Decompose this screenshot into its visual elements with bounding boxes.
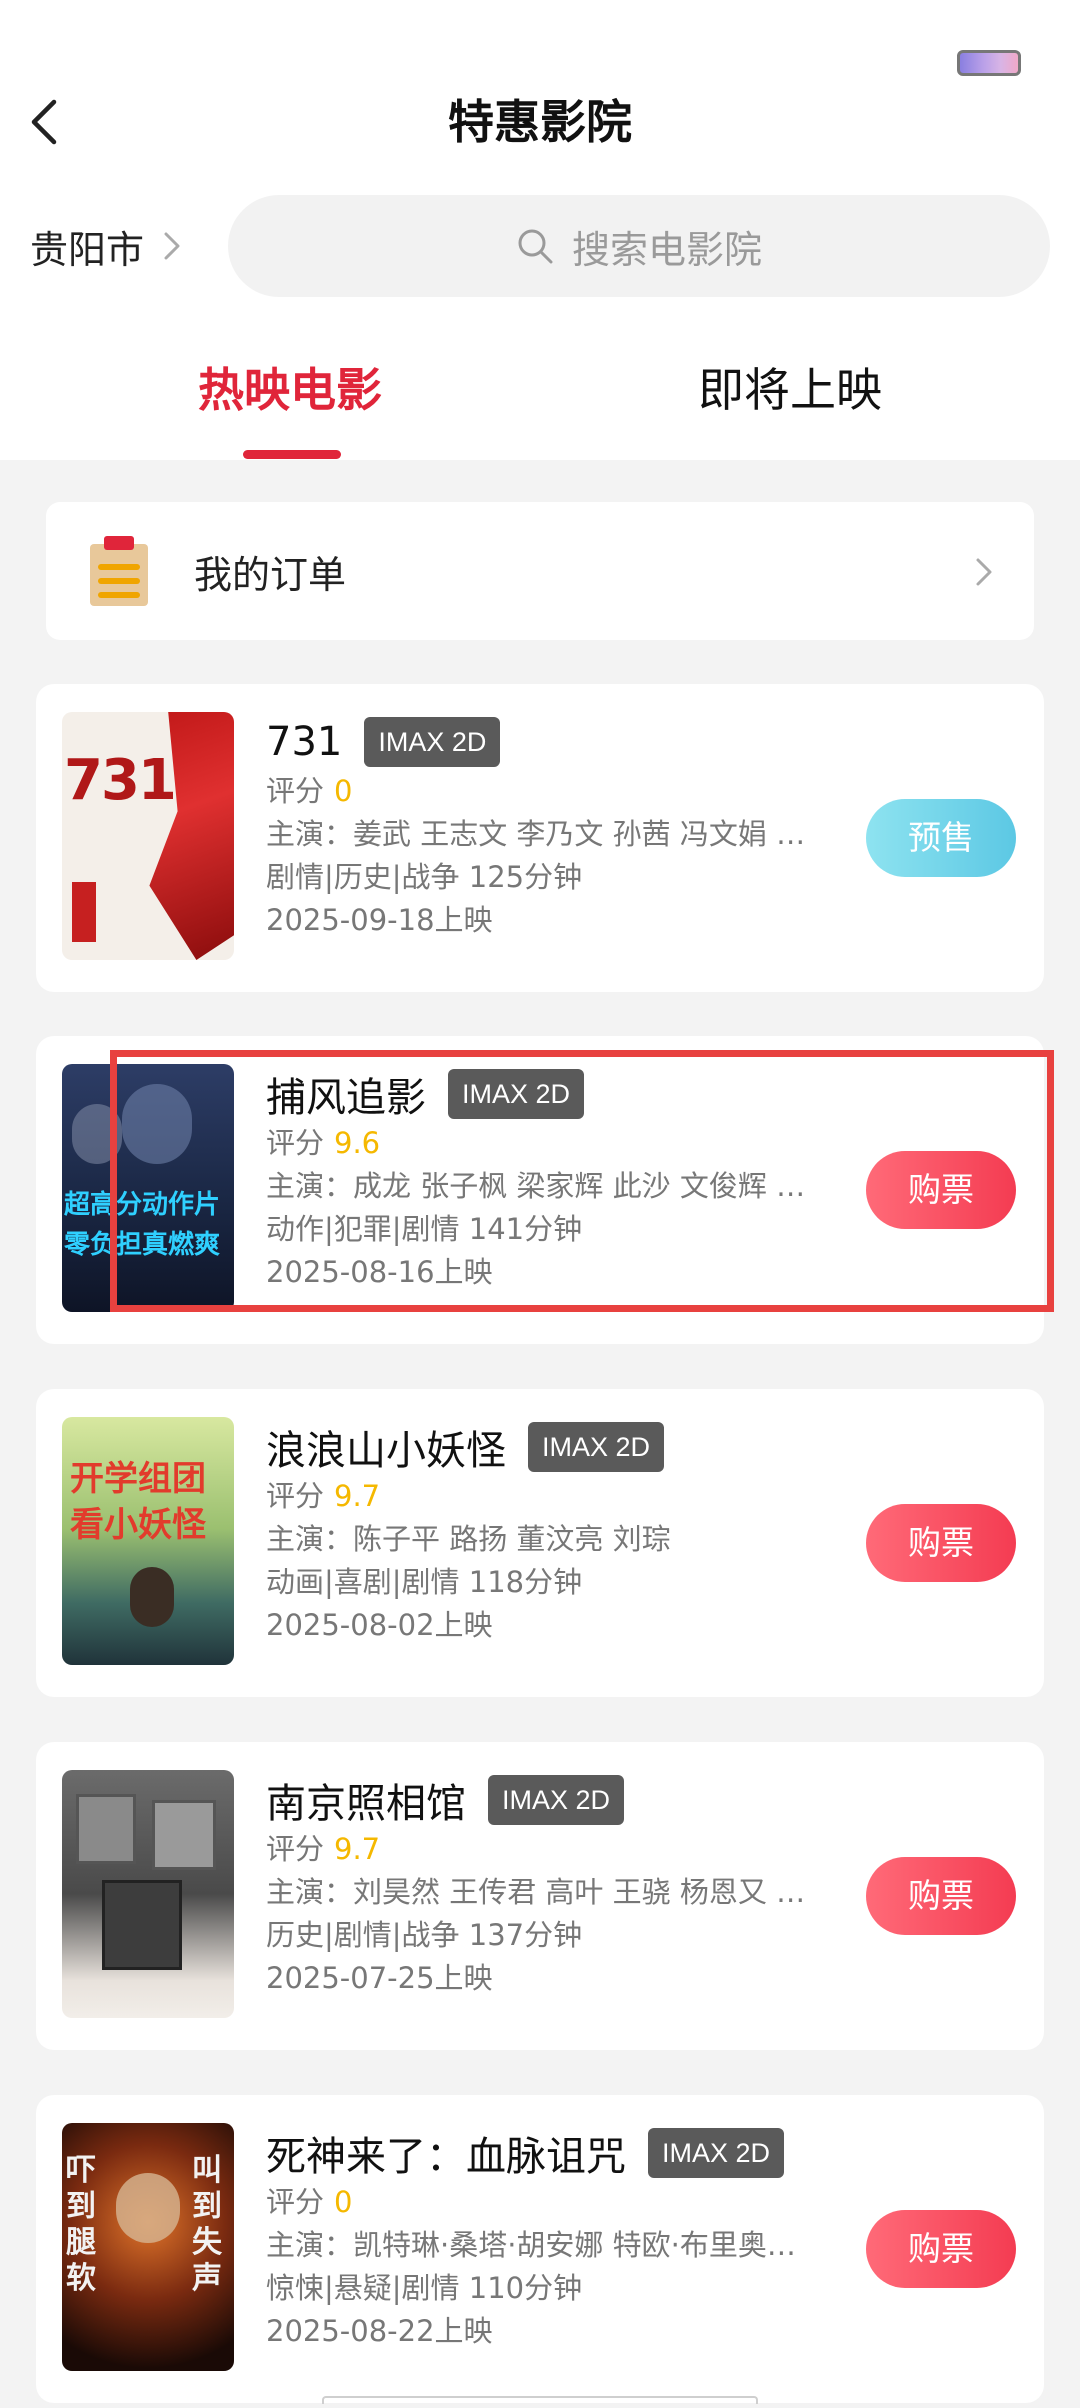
search-placeholder: 搜索电影院 [571, 227, 762, 272]
movie-poster[interactable]: 吓到腿软 叫到失声 [62, 2123, 234, 2371]
order-list-icon [90, 536, 148, 606]
poster-tagline: 看小妖怪 [70, 1505, 206, 1545]
chevron-right-icon [976, 558, 992, 586]
city-selector[interactable]: 贵阳市 [30, 218, 182, 274]
movie-info: 死神来了：血脉诅咒 IMAX 2D 评分 0 主演：凯特琳·桑塔·胡安娜 特欧·布… [266, 2125, 866, 2353]
release-date: 2025-08-02上映 [266, 1608, 493, 1642]
score-value: 9.7 [334, 1832, 381, 1866]
cast: 主演：凯特琳·桑塔·胡安娜 特欧·布里奥… [266, 2228, 796, 2262]
score-line: 评分 0 [266, 770, 866, 813]
chevron-right-icon [164, 232, 180, 260]
buy-ticket-button[interactable]: 购票 [866, 1857, 1016, 1935]
genre-duration: 剧情|历史|战争 125分钟 [266, 860, 583, 894]
movie-poster[interactable] [62, 1770, 234, 2018]
movie-info: 浪浪山小妖怪 IMAX 2D 评分 9.7 主演：陈子平 路扬 董汶亮 刘琮 动画… [266, 1419, 866, 1647]
movie-info: 南京照相馆 IMAX 2D 评分 9.7 主演：刘昊然 王传君 高叶 王骁 杨恩又… [266, 1772, 866, 2000]
movie-poster[interactable]: 开学组团 看小妖怪 [62, 1417, 234, 1665]
movie-poster[interactable]: 731 [62, 712, 234, 960]
buy-ticket-button[interactable]: 购票 [866, 1504, 1016, 1582]
score-line: 评分 9.7 [266, 1475, 866, 1518]
release-date: 2025-08-22上映 [266, 2314, 493, 2348]
search-icon [518, 229, 553, 264]
poster-tagline: 开学组团 [70, 1459, 206, 1499]
movie-title: 南京照相馆 [266, 1781, 466, 1827]
search-input[interactable]: 搜索电影院 [228, 195, 1050, 297]
movie-card[interactable]: 南京照相馆 IMAX 2D 评分 9.7 主演：刘昊然 王传君 高叶 王骁 杨恩又… [36, 1742, 1044, 2050]
movie-card[interactable]: 731 731 IMAX 2D 评分 0 主演：姜武 王志文 李乃文 孙茜 冯文娟… [36, 684, 1044, 992]
score-value: 9.7 [334, 1479, 381, 1513]
highlight-box [110, 1050, 1054, 1312]
score-label: 评分 [266, 2185, 325, 2219]
poster-tagline: 吓到腿软 [66, 2153, 96, 2296]
cast: 主演：姜武 王志文 李乃文 孙茜 冯文娟 … [266, 817, 806, 851]
score-value: 0 [334, 2185, 353, 2219]
format-badge: IMAX 2D [528, 1422, 665, 1472]
score-label: 评分 [266, 774, 325, 808]
buy-ticket-button[interactable]: 购票 [866, 2210, 1016, 2288]
tab-now-showing[interactable]: 热映电影 [160, 355, 420, 425]
genre-duration: 历史|剧情|战争 137分钟 [266, 1918, 583, 1952]
cast: 主演：陈子平 路扬 董汶亮 刘琮 [266, 1522, 671, 1556]
score-label: 评分 [266, 1832, 325, 1866]
my-orders-row[interactable]: 我的订单 [46, 502, 1034, 640]
format-badge: IMAX 2D [364, 717, 501, 767]
page-title: 特惠影院 [448, 95, 632, 149]
score-line: 评分 0 [266, 2181, 866, 2224]
my-orders-label: 我的订单 [194, 552, 347, 597]
poster-tagline: 叫到失声 [192, 2153, 222, 2296]
release-date: 2025-07-25上映 [266, 1961, 493, 1995]
city-label: 贵阳市 [30, 227, 145, 272]
score-line: 评分 9.7 [266, 1828, 866, 1871]
genre-duration: 惊悚|悬疑|剧情 110分钟 [266, 2271, 583, 2305]
tab-coming-soon[interactable]: 即将上映 [660, 355, 920, 425]
movie-info: 731 IMAX 2D 评分 0 主演：姜武 王志文 李乃文 孙茜 冯文娟 … 剧… [266, 714, 866, 942]
genre-duration: 动画|喜剧|剧情 118分钟 [266, 1565, 583, 1599]
battery-icon [957, 50, 1021, 76]
cast: 主演：刘昊然 王传君 高叶 王骁 杨恩又 … [266, 1875, 806, 1909]
movie-card[interactable]: 开学组团 看小妖怪 浪浪山小妖怪 IMAX 2D 评分 9.7 主演：陈子平 路扬… [36, 1389, 1044, 1697]
format-badge: IMAX 2D [648, 2128, 785, 2178]
score-label: 评分 [266, 1479, 325, 1513]
movie-card[interactable]: 吓到腿软 叫到失声 死神来了：血脉诅咒 IMAX 2D 评分 0 主演：凯特琳·桑… [36, 2095, 1044, 2403]
home-indicator [322, 2396, 758, 2404]
movie-title: 死神来了：血脉诅咒 [266, 2134, 626, 2180]
tab-indicator [243, 450, 341, 459]
score-value: 0 [334, 774, 353, 808]
format-badge: IMAX 2D [488, 1775, 625, 1825]
poster-title: 731 [64, 748, 177, 813]
header: 特惠影院 贵阳市 搜索电影院 热映电影 即将上映 [0, 0, 1080, 460]
presale-button[interactable]: 预售 [866, 799, 1016, 877]
release-date: 2025-09-18上映 [266, 903, 493, 937]
movie-title: 浪浪山小妖怪 [266, 1428, 506, 1474]
movie-title: 731 [266, 719, 343, 765]
